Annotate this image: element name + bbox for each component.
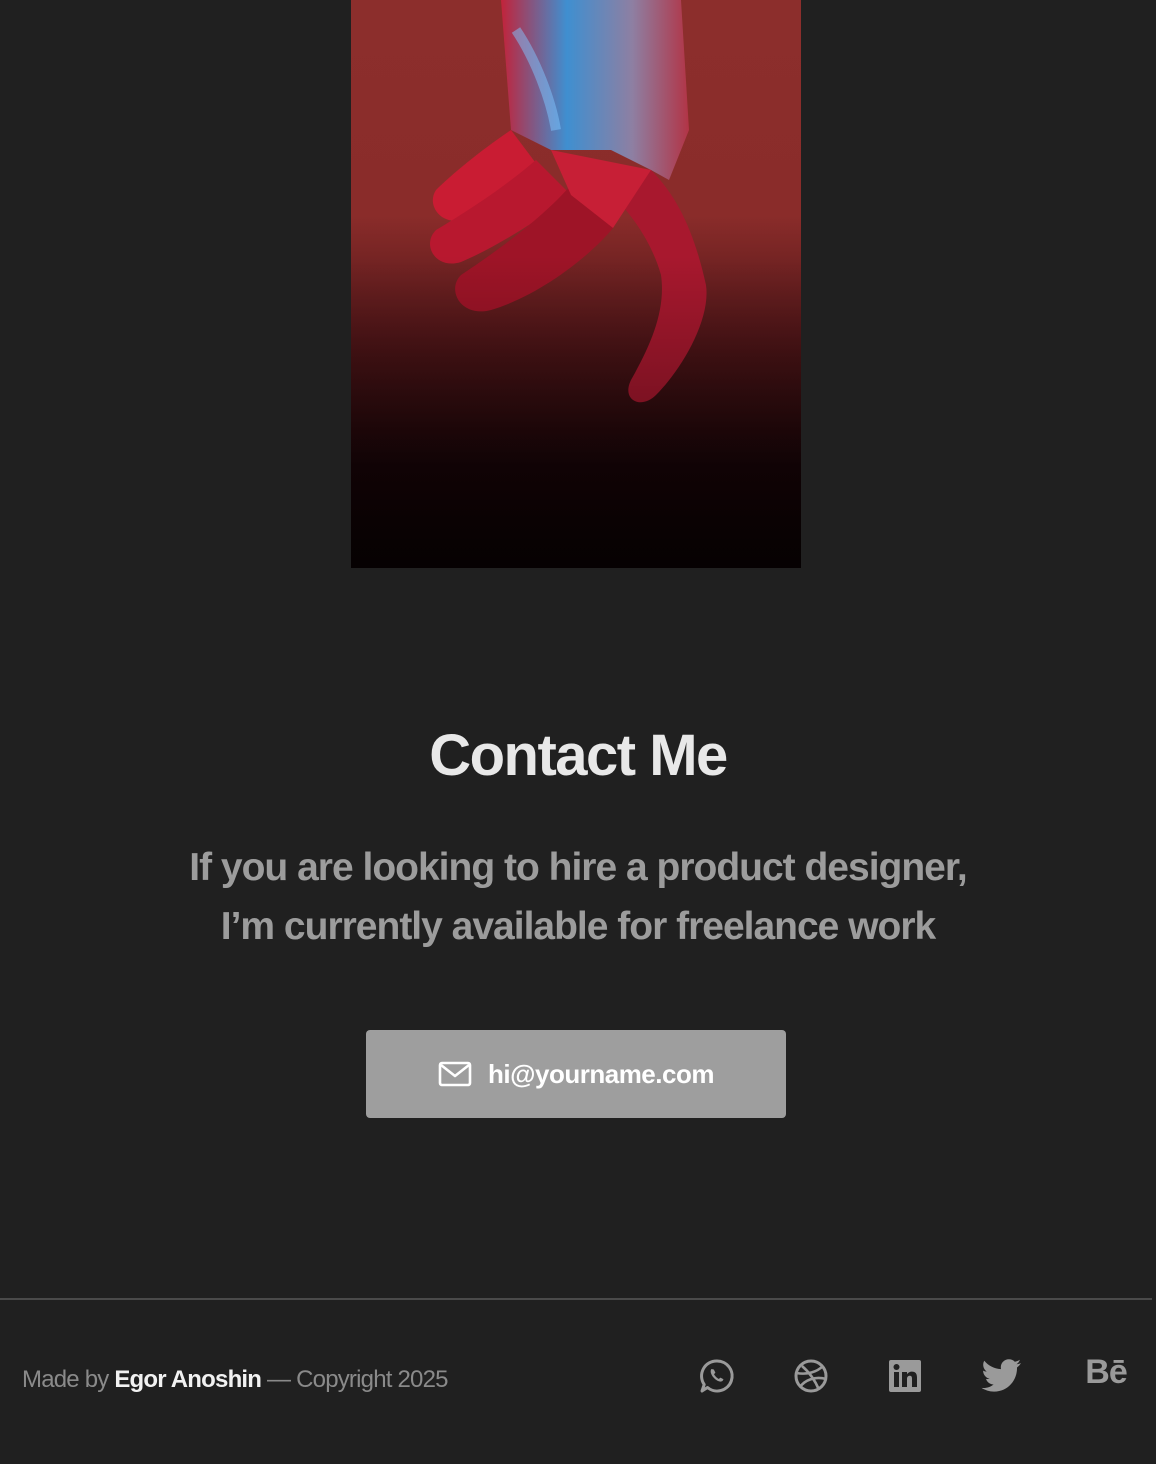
contact-description-line-2: I’m currently available for freelance wo… bbox=[220, 905, 936, 948]
made-by-prefix: Made by bbox=[22, 1366, 115, 1393]
footer-credit: Made by Egor Anoshin — Copyright 2025 bbox=[22, 1366, 448, 1394]
contact-description: If you are looking to hire a product des… bbox=[140, 838, 1016, 956]
footer-divider bbox=[0, 1298, 1152, 1300]
mail-icon bbox=[438, 1060, 472, 1088]
hero-photo bbox=[351, 0, 801, 568]
behance-icon-text: Bē bbox=[1085, 1352, 1127, 1391]
linkedin-icon[interactable] bbox=[885, 1356, 925, 1396]
contact-title: Contact Me bbox=[429, 723, 728, 788]
copyright-text: — Copyright 2025 bbox=[261, 1366, 448, 1393]
author-name[interactable]: Egor Anoshin bbox=[114, 1366, 262, 1393]
contact-description-line-1: If you are looking to hire a product des… bbox=[189, 846, 967, 889]
whatsapp-icon[interactable] bbox=[697, 1356, 737, 1396]
dribbble-icon[interactable] bbox=[791, 1356, 831, 1396]
behance-icon[interactable]: Bē bbox=[1080, 1352, 1132, 1392]
twitter-icon[interactable] bbox=[980, 1356, 1024, 1396]
email-label: hi@yourname.com bbox=[488, 1058, 714, 1089]
hand-illustration bbox=[351, 0, 801, 568]
email-button[interactable]: hi@yourname.com bbox=[366, 1030, 786, 1118]
